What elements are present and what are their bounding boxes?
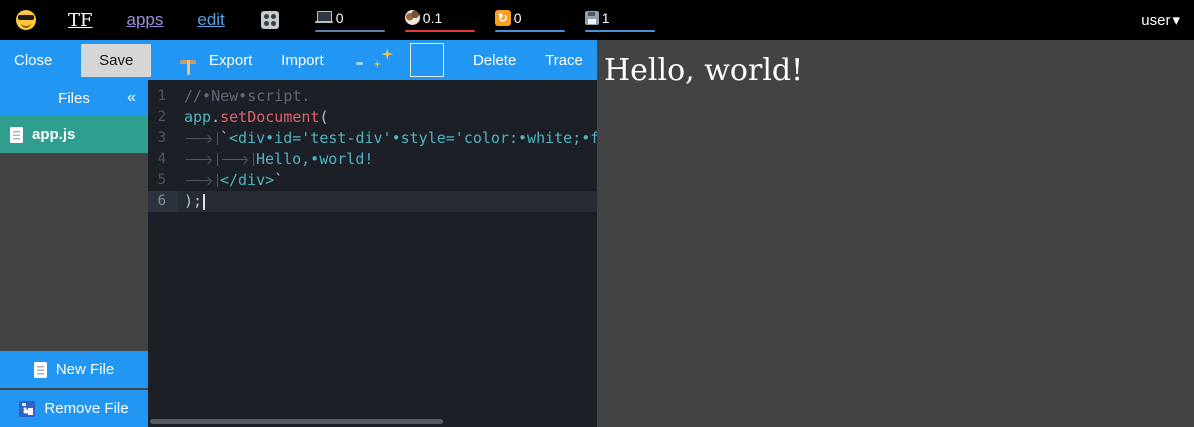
code-token: ` [220,129,229,147]
line-number: 3 [148,128,178,149]
document-icon [10,127,23,143]
stat-floppy-disk[interactable]: 1 [585,9,655,32]
code-token: setDocument [220,108,319,126]
sunglasses-face-icon[interactable] [16,10,36,30]
collapse-sidebar-button[interactable]: « [127,89,136,107]
code-lines: 1//•New•script.2app.setDocument(3`<div•i… [148,86,597,212]
brand-link[interactable]: TF [68,10,93,31]
code-line[interactable]: 2app.setDocument( [148,107,597,128]
user-menu-label: user [1141,12,1170,29]
line-number: 1 [148,86,178,107]
code-token: //•New•script. [184,87,310,105]
code-line[interactable]: 5</div>` [148,170,597,191]
empty-box-button[interactable] [410,43,444,77]
editor-toolbar: Close Save Export Import Delete Trace [0,40,597,80]
save-button[interactable]: Save [81,44,151,77]
new-file-label: New File [56,361,114,378]
close-button[interactable]: Close [14,52,52,69]
code-token: app [184,108,211,126]
code-token: </div> [220,171,274,189]
line-content: //•New•script. [178,86,597,107]
code-editor[interactable]: 1//•New•script.2app.setDocument(3`<div•i… [148,80,597,427]
file-name: app.js [32,126,75,143]
line-number: 4 [148,149,178,170]
stat-value: 1 [602,10,610,26]
top-bar: TF apps edit 0 0.1 0 1 user ▾ [0,0,1194,40]
line-number: 6 [148,191,178,212]
rendered-document-panel: Hello, world! [597,40,1194,427]
stat-ram[interactable]: 0.1 [405,9,475,32]
line-content: Hello,•world! [178,149,597,170]
rendered-document-text: Hello, world! [604,53,1194,88]
code-line[interactable]: 4 Hello,•world! [148,149,597,170]
code-token: <div•id='test-div'•style='color:•white;•… [229,129,597,147]
code-token: ); [184,192,202,210]
stat-meter-bar [585,30,655,32]
stat-value: 0.1 [423,10,442,26]
code-line[interactable]: 1 //•New•script. [148,86,597,107]
line-content: </div>` [178,170,597,191]
horizontal-scrollbar-thumb[interactable] [150,419,443,424]
ram-icon [405,10,420,25]
topbar-stats: 0 0.1 0 1 [315,9,655,32]
code-token: . [211,108,220,126]
code-token: Hello,•world! [256,150,373,168]
stat-meter-bar [495,30,565,32]
laptop-icon [315,11,333,25]
chevron-down-icon: ▾ [1172,11,1180,29]
files-panel-header: Files « [0,80,148,116]
remove-file-button[interactable]: Remove File [0,390,148,427]
line-content: ); [178,191,597,212]
new-file-icon [34,362,47,378]
text-cursor [203,194,205,210]
line-number: 5 [148,170,178,191]
topbar-link-edit[interactable]: edit [197,10,224,30]
new-file-button[interactable]: New File [0,351,148,388]
user-menu[interactable]: user ▾ [1141,11,1180,29]
line-content: app.setDocument( [178,107,597,128]
code-token: ` [274,171,283,189]
line-content: `<div•id='test-div'•style='color:•white;… [178,128,597,149]
topbar-link-apps[interactable]: apps [127,10,164,30]
delete-button[interactable]: Delete [473,52,516,69]
code-token: ( [319,108,328,126]
line-number: 2 [148,107,178,128]
export-button[interactable]: Export [209,52,252,69]
stat-laptop[interactable]: 0 [315,9,385,32]
tab-marker [220,153,254,166]
tab-marker [184,153,218,166]
stat-value: 0 [514,10,522,26]
stat-value: 0 [336,10,344,26]
file-item-appjs[interactable]: app.js [0,116,148,153]
trace-button[interactable]: Trace [545,52,583,69]
code-line[interactable]: 3`<div•id='test-div'•style='color:•white… [148,128,597,149]
import-button[interactable]: Import [281,52,324,69]
sidebar-background [0,153,148,351]
stat-reload[interactable]: 0 [495,9,565,32]
stat-meter-bar [315,30,385,32]
files-panel-title: Files [58,90,90,107]
remove-file-label: Remove File [44,400,128,417]
control-knobs-icon[interactable] [261,11,279,29]
remove-file-icon [19,401,35,417]
code-line[interactable]: 6); [148,191,597,212]
tab-marker [184,174,218,187]
stat-meter-bar [405,30,475,32]
tab-marker [184,132,218,145]
reload-icon [495,10,511,26]
floppy-disk-icon [585,11,599,25]
